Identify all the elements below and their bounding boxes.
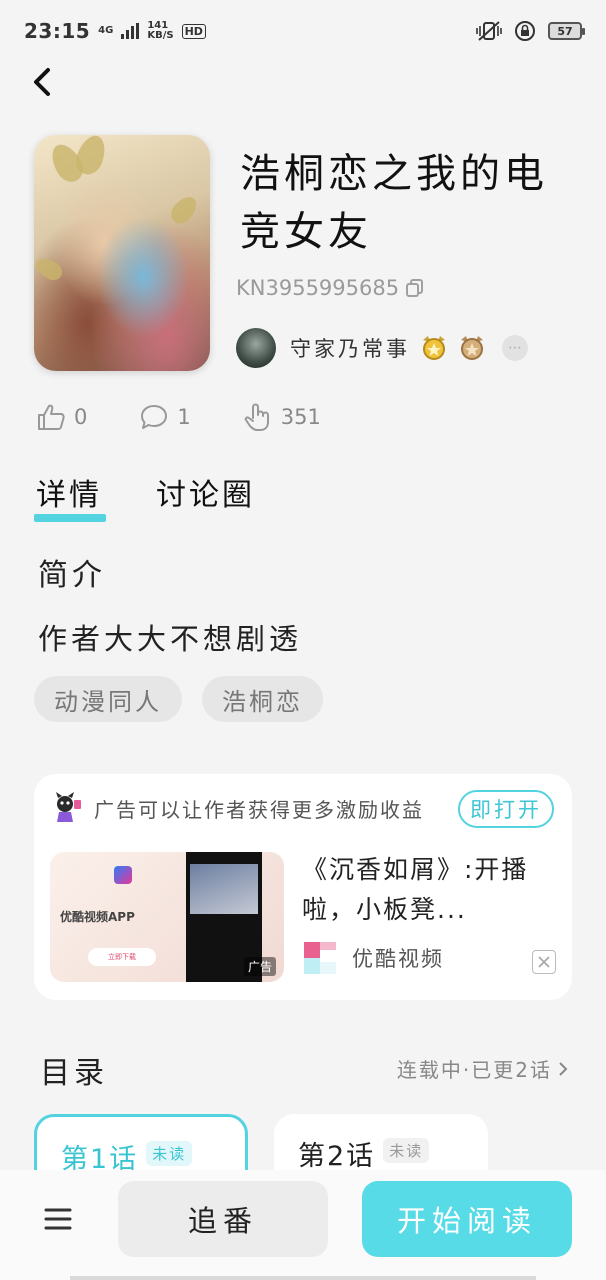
avatar[interactable] bbox=[236, 328, 276, 368]
battery-indicator: 57 bbox=[548, 22, 585, 40]
net-speed: 141 KB/S bbox=[147, 21, 173, 41]
chapter-read-badge: 未读 bbox=[146, 1141, 193, 1166]
like-stat[interactable]: 0 bbox=[36, 403, 87, 431]
net-speed-unit: KB/S bbox=[147, 30, 174, 41]
tag-list: 动漫同人 浩桐恋 bbox=[34, 676, 323, 722]
comment-count: 1 bbox=[177, 405, 191, 429]
description-text: 作者大大不想剧透 bbox=[38, 622, 303, 656]
lock-rotation-icon bbox=[515, 21, 535, 41]
thumbs-up-icon bbox=[38, 404, 65, 430]
author-name[interactable]: 守家乃常事 bbox=[290, 333, 410, 363]
signal-icon bbox=[121, 23, 140, 39]
ad-header-text: 广告可以让作者获得更多激励收益 bbox=[94, 797, 424, 822]
tab-discussion[interactable]: 讨论圈 bbox=[156, 470, 255, 520]
description-heading: 简介 bbox=[38, 558, 106, 593]
network-indicator: 4G bbox=[98, 25, 114, 36]
toc-status-link[interactable]: 连载中·已更2话 bbox=[397, 1054, 568, 1083]
hd-badge: HD bbox=[181, 23, 206, 39]
home-indicator bbox=[70, 1276, 536, 1280]
cover-image[interactable] bbox=[34, 135, 210, 371]
book-id: KN3955995685 bbox=[236, 276, 400, 300]
follow-button[interactable]: 追番 bbox=[118, 1181, 328, 1257]
status-time: 23:15 bbox=[24, 19, 91, 43]
cover-leaf bbox=[166, 192, 202, 228]
click-count: 351 bbox=[280, 405, 321, 429]
close-icon bbox=[538, 956, 550, 968]
click-stat: 351 bbox=[243, 402, 321, 432]
ad-source-name: 优酷视频 bbox=[352, 947, 444, 971]
author-row[interactable]: 守家乃常事 ⋯ bbox=[236, 328, 528, 368]
toc-title: 目录 bbox=[40, 1056, 108, 1091]
ad-header: 广告可以让作者获得更多激励收益 bbox=[50, 792, 424, 824]
youku-icon bbox=[304, 942, 336, 974]
ad-close-button[interactable] bbox=[532, 950, 556, 974]
ad-source: 优酷视频 bbox=[304, 942, 444, 974]
chapter-name: 第2话 bbox=[298, 1141, 376, 1172]
detail-tabs: 详情 讨论圈 bbox=[34, 470, 255, 522]
ad-card[interactable]: 广告可以让作者获得更多激励收益 即打开 优酷视频APP 立即下载 广告 《沉香如… bbox=[34, 774, 572, 1000]
ad-open-button[interactable]: 即打开 bbox=[458, 790, 554, 828]
comment-stat[interactable]: 1 bbox=[139, 403, 191, 431]
ad-image[interactable]: 优酷视频APP 立即下载 广告 bbox=[50, 852, 284, 982]
copy-icon[interactable] bbox=[405, 278, 425, 298]
back-button[interactable] bbox=[22, 62, 62, 102]
start-reading-button[interactable]: 开始阅读 bbox=[362, 1181, 572, 1257]
chevron-left-icon bbox=[34, 68, 50, 96]
ad-title[interactable]: 《沉香如屑》:开播啦，小板凳... bbox=[302, 850, 542, 930]
chevron-right-icon bbox=[559, 1061, 568, 1076]
tap-icon bbox=[244, 403, 269, 431]
ad-image-download: 立即下载 bbox=[88, 948, 156, 966]
menu-button[interactable] bbox=[34, 1195, 82, 1243]
youku-logo-icon bbox=[114, 866, 132, 884]
bronze-medal-icon bbox=[458, 334, 486, 362]
menu-icon bbox=[44, 1208, 72, 1230]
tag-item[interactable]: 浩桐恋 bbox=[202, 676, 323, 722]
more-icon[interactable]: ⋯ bbox=[502, 335, 528, 361]
stats-row: 0 1 351 bbox=[36, 402, 373, 432]
comment-icon bbox=[141, 405, 168, 429]
tab-details[interactable]: 详情 bbox=[34, 470, 106, 522]
bottom-action-bar: 追番 开始阅读 bbox=[0, 1170, 606, 1280]
book-id-row: KN3955995685 bbox=[236, 276, 425, 300]
mascot-icon bbox=[56, 792, 81, 822]
gold-medal-icon bbox=[420, 334, 448, 362]
ad-label: 广告 bbox=[243, 957, 276, 976]
ad-image-app-text: 优酷视频APP bbox=[60, 910, 135, 924]
tag-item[interactable]: 动漫同人 bbox=[34, 676, 182, 722]
ad-image-screenshot bbox=[190, 864, 258, 914]
toc-status-text: 连载中·已更2话 bbox=[396, 1058, 552, 1082]
cover-leaf bbox=[34, 254, 66, 284]
status-bar: 23:15 4G 141 KB/S HD 57 bbox=[0, 0, 606, 62]
book-title: 浩桐恋之我的电竞女友 bbox=[240, 151, 548, 255]
chapter-read-badge: 未读 bbox=[383, 1138, 430, 1163]
vibrate-mute-icon bbox=[476, 21, 502, 41]
like-count: 0 bbox=[74, 405, 88, 429]
